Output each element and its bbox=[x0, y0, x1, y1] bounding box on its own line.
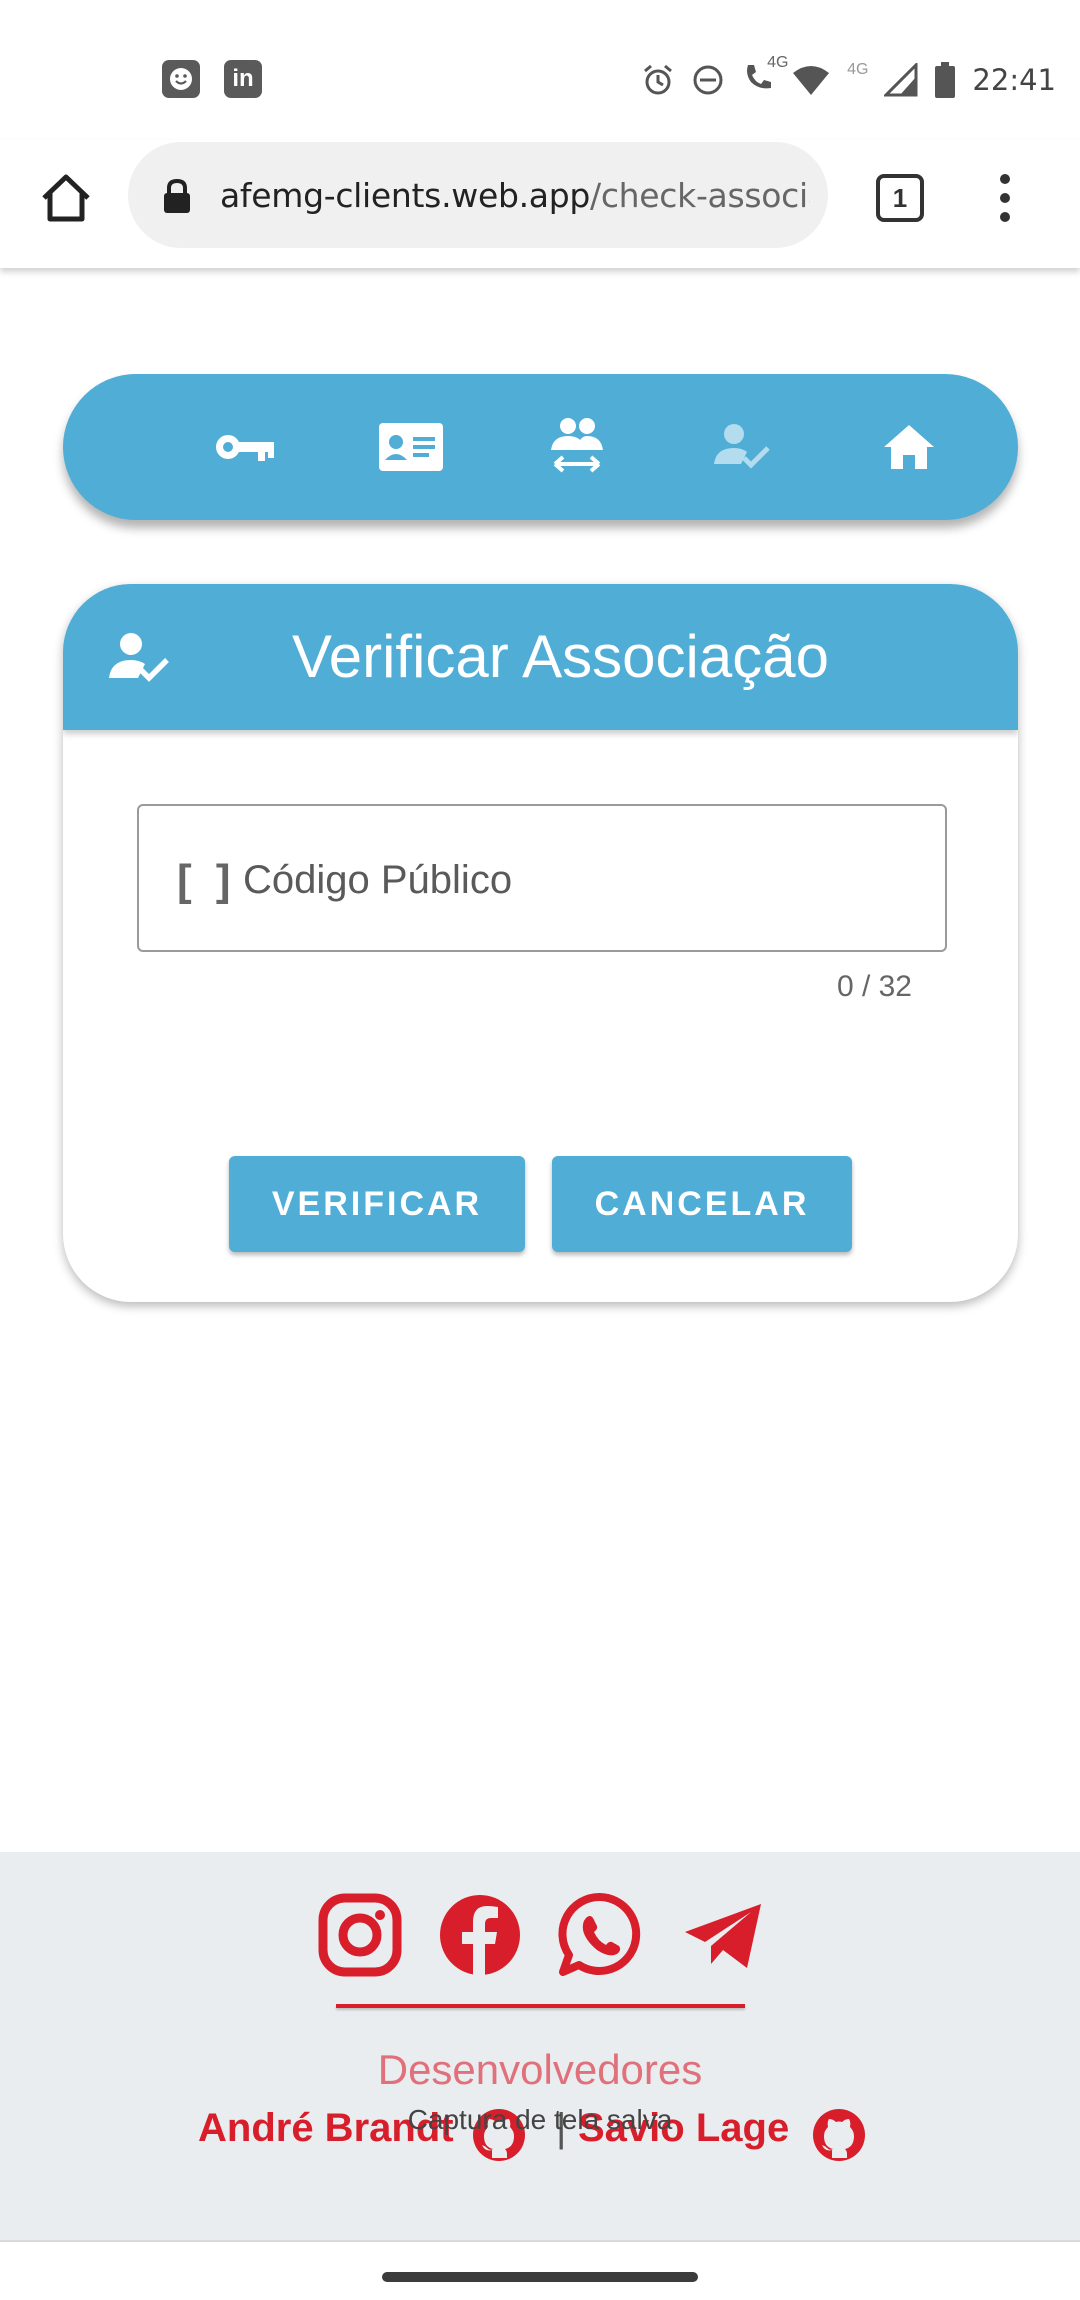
telegram-icon[interactable] bbox=[681, 1892, 767, 1978]
linkedin-icon: in bbox=[224, 60, 262, 98]
character-counter: 0 / 32 bbox=[836, 970, 912, 1003]
instagram-icon[interactable] bbox=[317, 1892, 403, 1978]
gesture-nav-area bbox=[0, 2240, 1080, 2300]
cell-signal-icon bbox=[884, 63, 918, 97]
alarm-icon bbox=[644, 64, 673, 95]
browser-home-icon[interactable] bbox=[36, 168, 96, 228]
wifi-icon bbox=[793, 66, 830, 95]
whatsapp-icon[interactable] bbox=[557, 1892, 643, 1978]
browser-menu-icon[interactable] bbox=[990, 170, 1020, 226]
wifi-calling-icon: 4G bbox=[741, 54, 788, 101]
url-path: /check-associat bbox=[590, 176, 810, 215]
home-icon[interactable] bbox=[869, 410, 949, 484]
card-header: Verificar Associação bbox=[63, 584, 1018, 730]
do-not-disturb-icon bbox=[693, 65, 723, 95]
brackets-icon: [ ] bbox=[177, 856, 237, 905]
status-bar: in 4G 4G 22:41 bbox=[0, 0, 1080, 140]
public-code-field[interactable]: [ ] bbox=[137, 804, 947, 952]
screenshot-saved-toast: Captura de tela salva bbox=[407, 2104, 673, 2135]
footer: Desenvolvedores André Brandt | Savio Lag… bbox=[0, 1852, 1080, 2240]
id-card-icon[interactable] bbox=[371, 410, 451, 484]
browser-toolbar: afemg-clients.web.app/check-associat 1 bbox=[0, 140, 1080, 268]
url-domain: afemg-clients.web.app bbox=[220, 176, 591, 215]
cancel-button[interactable]: CANCELAR bbox=[552, 1156, 852, 1252]
top-nav-bar bbox=[63, 374, 1018, 520]
user-check-icon[interactable] bbox=[703, 410, 783, 484]
developers-heading: Desenvolvedores bbox=[377, 2046, 703, 2093]
network-type-label: 4G bbox=[767, 53, 789, 71]
card-title: Verificar Associação bbox=[292, 623, 829, 690]
clock-time: 22:41 bbox=[972, 63, 1056, 97]
verify-association-card: Verificar Associação [ ] 0 / 32 VERIFICA… bbox=[63, 584, 1018, 1302]
key-icon[interactable] bbox=[205, 410, 285, 484]
battery-icon bbox=[935, 62, 956, 98]
url-text: afemg-clients.web.app/check-associat bbox=[220, 176, 810, 215]
home-gesture-bar[interactable] bbox=[382, 2272, 698, 2282]
public-code-input[interactable] bbox=[243, 850, 923, 910]
lock-icon bbox=[162, 178, 192, 214]
network-type-label-2: 4G bbox=[847, 61, 869, 78]
smiley-app-icon bbox=[162, 60, 200, 98]
people-swap-icon[interactable] bbox=[537, 410, 617, 484]
verify-button[interactable]: VERIFICAR bbox=[229, 1156, 525, 1252]
address-bar[interactable]: afemg-clients.web.app/check-associat bbox=[128, 142, 828, 248]
tab-switcher-button[interactable]: 1 bbox=[876, 174, 924, 222]
facebook-icon[interactable] bbox=[437, 1892, 523, 1978]
footer-divider bbox=[336, 2004, 745, 2008]
